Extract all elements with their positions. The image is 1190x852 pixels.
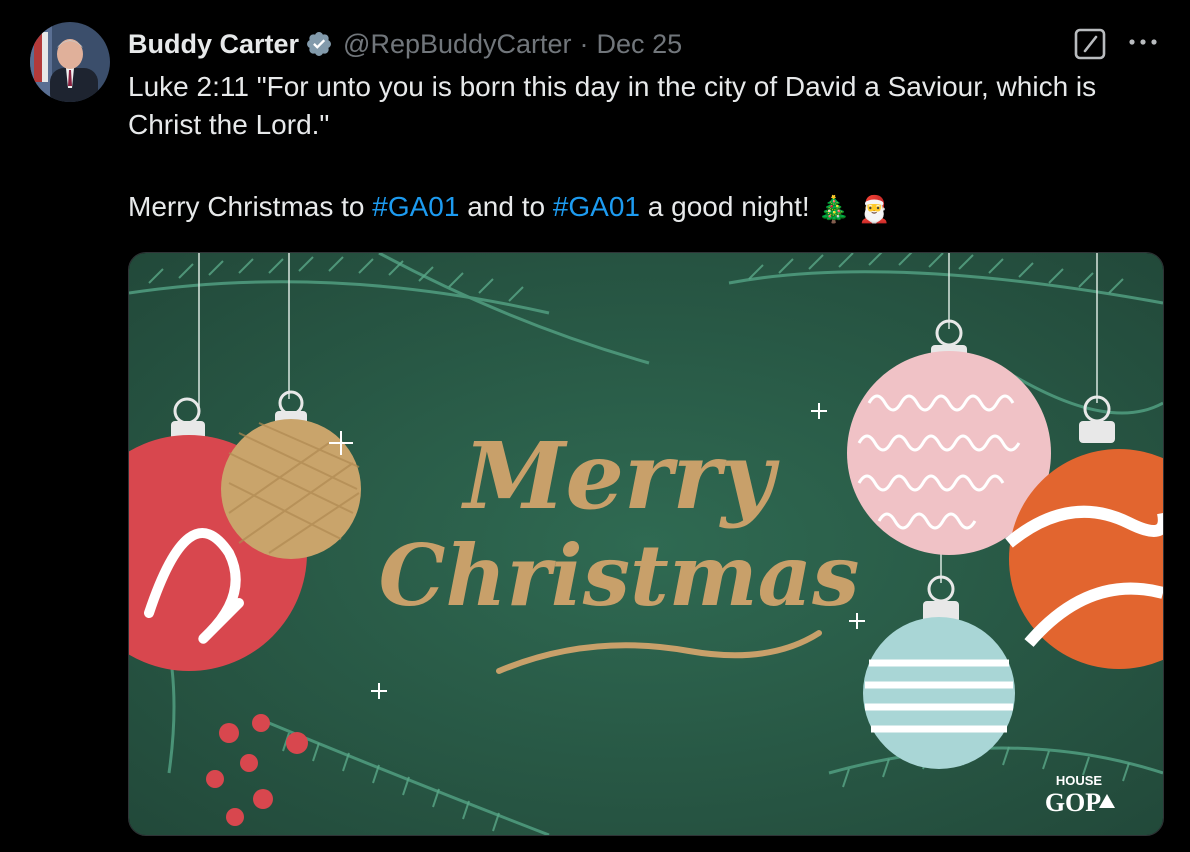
tweet-text-line1: Luke 2:11 "For unto you is born this day… bbox=[128, 71, 1097, 140]
text-segment: and to bbox=[459, 191, 553, 222]
verified-badge-icon[interactable] bbox=[305, 30, 333, 58]
tweet-text: Luke 2:11 "For unto you is born this day… bbox=[128, 68, 1168, 228]
more-dots-icon[interactable] bbox=[1126, 30, 1160, 54]
headline-merry: Merry bbox=[461, 422, 780, 530]
santa-emoji: 🎅 bbox=[858, 193, 891, 224]
separator-dot: · bbox=[579, 28, 589, 59]
tweet-text-line2: Merry Christmas to #GA01 and to #GA01 a … bbox=[128, 188, 1168, 228]
headline-christmas: Christmas bbox=[379, 526, 860, 625]
logo-house: HOUSE bbox=[1056, 773, 1103, 788]
tweet-header: Buddy Carter @RepBuddyCarter · Dec 25 bbox=[128, 26, 682, 62]
grok-icon[interactable] bbox=[1073, 27, 1107, 61]
text-segment: Merry Christmas to bbox=[128, 191, 373, 222]
tweet-media-image[interactable]: Merry Christmas HOUSE GOP bbox=[128, 252, 1164, 836]
author-handle[interactable]: @RepBuddyCarter bbox=[343, 29, 572, 60]
logo-gop: GOP bbox=[1045, 788, 1101, 817]
tweet-date[interactable]: Dec 25 bbox=[597, 29, 683, 60]
avatar[interactable] bbox=[30, 22, 110, 102]
hashtag-link-2[interactable]: #GA01 bbox=[553, 191, 640, 222]
christmas-tree-emoji: 🎄 bbox=[817, 193, 851, 224]
hashtag-link-1[interactable]: #GA01 bbox=[372, 191, 459, 222]
text-segment: a good night! bbox=[640, 191, 810, 222]
author-name[interactable]: Buddy Carter bbox=[128, 29, 299, 60]
